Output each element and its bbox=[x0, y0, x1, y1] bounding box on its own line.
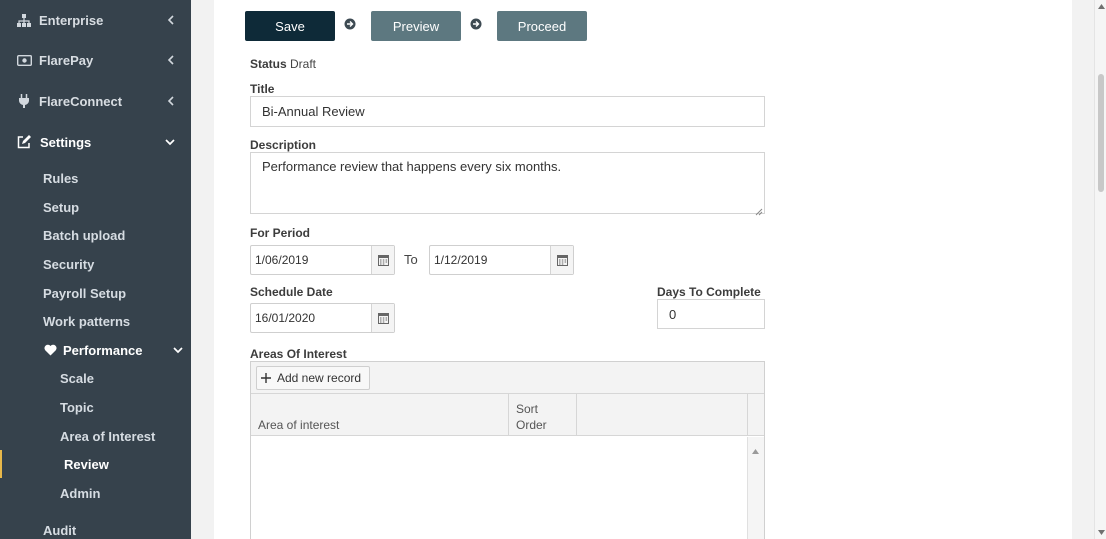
gutter bbox=[191, 0, 214, 539]
sidebar-item-label: FlarePay bbox=[39, 52, 94, 68]
right-gutter bbox=[1072, 0, 1094, 539]
period-to-datepicker[interactable]: 1/12/2019 bbox=[429, 245, 574, 275]
calendar-icon[interactable] bbox=[550, 246, 573, 274]
chevron-left-icon bbox=[164, 95, 176, 107]
sidebar-item-label: Security bbox=[43, 256, 95, 272]
areas-grid: Add new record Area of interest Sort Ord… bbox=[250, 361, 765, 539]
areas-of-interest-label: Areas Of Interest bbox=[250, 347, 347, 361]
sidebar-item-review[interactable]: Review bbox=[0, 450, 191, 478]
sitemap-icon bbox=[16, 12, 32, 28]
plug-icon bbox=[16, 93, 32, 109]
chevron-left-icon bbox=[164, 14, 176, 26]
scroll-up-icon[interactable] bbox=[1097, 2, 1105, 10]
sidebar-item-batch-upload[interactable]: Batch upload bbox=[0, 221, 191, 249]
period-from-datepicker[interactable]: 1/06/2019 bbox=[250, 245, 395, 275]
schedule-label: Schedule Date bbox=[250, 285, 333, 299]
status-value: Draft bbox=[290, 57, 317, 71]
scroll-up-icon[interactable] bbox=[752, 442, 760, 454]
title-label: Title bbox=[250, 82, 275, 96]
sidebar-item-topic[interactable]: Topic bbox=[0, 393, 191, 421]
sidebar-item-flarepay[interactable]: FlarePay bbox=[0, 40, 191, 80]
sidebar-item-label: Rules bbox=[43, 170, 79, 186]
period-to-value: 1/12/2019 bbox=[434, 253, 488, 267]
sidebar-item-label: Scale bbox=[60, 370, 94, 386]
to-label: To bbox=[404, 252, 418, 267]
description-text: Performance review that happens every si… bbox=[262, 159, 562, 174]
days-to-complete-label: Days To Complete bbox=[657, 285, 761, 299]
resize-handle-icon[interactable] bbox=[755, 204, 763, 216]
sidebar-item-label: Area of Interest bbox=[60, 428, 156, 444]
sidebar-item-label: Topic bbox=[60, 399, 94, 415]
grid-body bbox=[251, 437, 764, 539]
chevron-left-icon bbox=[164, 54, 176, 66]
column-header-label: Sort bbox=[516, 402, 539, 416]
calendar-icon[interactable] bbox=[371, 304, 394, 332]
sidebar-item-label: FlareConnect bbox=[39, 93, 123, 109]
proceed-button[interactable]: Proceed bbox=[497, 11, 587, 41]
scroll-down-icon[interactable] bbox=[1097, 528, 1105, 536]
preview-button[interactable]: Preview bbox=[371, 11, 461, 41]
arrow-right-icon bbox=[470, 18, 482, 30]
grid-header: Area of interest Sort Order bbox=[251, 394, 764, 436]
sidebar-item-settings[interactable]: Settings bbox=[0, 122, 191, 162]
grid-toolbar: Add new record bbox=[251, 362, 764, 394]
column-header-actions bbox=[577, 394, 748, 436]
schedule-value: 16/01/2020 bbox=[255, 311, 316, 325]
sidebar-item-label: Admin bbox=[60, 485, 101, 501]
plus-icon bbox=[261, 373, 271, 383]
sidebar-item-audit[interactable]: Audit bbox=[0, 516, 191, 539]
chevron-down-icon bbox=[172, 344, 184, 356]
sidebar-item-enterprise[interactable]: Enterprise bbox=[0, 0, 191, 40]
description-label: Description bbox=[250, 138, 317, 152]
column-header-area[interactable]: Area of interest bbox=[251, 394, 509, 436]
sidebar-item-scale[interactable]: Scale bbox=[0, 364, 191, 392]
add-new-record-button[interactable]: Add new record bbox=[256, 366, 370, 390]
sidebar-item-admin[interactable]: Admin bbox=[0, 479, 191, 507]
schedule-datepicker[interactable]: 16/01/2020 bbox=[250, 303, 395, 333]
sidebar-item-performance[interactable]: Performance bbox=[0, 336, 191, 364]
chevron-down-icon bbox=[164, 136, 176, 148]
days-to-complete-input[interactable]: 0 bbox=[657, 299, 765, 329]
column-header-label: Area of interest bbox=[258, 418, 340, 432]
money-icon bbox=[16, 52, 32, 68]
title-input[interactable]: Bi-Annual Review bbox=[250, 96, 765, 127]
sidebar-item-area-of-interest[interactable]: Area of Interest bbox=[0, 422, 191, 450]
sidebar-item-label: Batch upload bbox=[43, 227, 126, 243]
heart-icon bbox=[43, 343, 57, 357]
sidebar-item-label: Settings bbox=[40, 134, 92, 150]
sidebar-item-label: Review bbox=[64, 456, 109, 472]
description-textarea[interactable]: Performance review that happens every si… bbox=[250, 152, 765, 216]
period-label: For Period bbox=[250, 226, 311, 240]
arrow-right-icon bbox=[344, 18, 356, 30]
sidebar-item-work-patterns[interactable]: Work patterns bbox=[0, 307, 191, 335]
sidebar-item-label: Enterprise bbox=[39, 12, 104, 28]
sidebar-item-security[interactable]: Security bbox=[0, 250, 191, 278]
grid-scrollbar[interactable] bbox=[747, 437, 764, 539]
column-header-label: Order bbox=[516, 418, 547, 432]
scroll-thumb[interactable] bbox=[1098, 74, 1104, 192]
sidebar-item-label: Audit bbox=[43, 522, 77, 538]
sidebar-item-label: Work patterns bbox=[43, 313, 131, 329]
add-new-record-label: Add new record bbox=[277, 371, 362, 385]
column-header-sort-order[interactable]: Sort Order bbox=[509, 394, 577, 436]
sidebar-item-rules[interactable]: Rules bbox=[0, 164, 191, 192]
sidebar-item-label: Performance bbox=[63, 342, 143, 358]
active-indicator bbox=[0, 450, 2, 478]
sidebar-item-payroll-setup[interactable]: Payroll Setup bbox=[0, 279, 191, 307]
sidebar-item-flareconnect[interactable]: FlareConnect bbox=[0, 81, 191, 121]
sidebar-item-setup[interactable]: Setup bbox=[0, 193, 191, 221]
save-button[interactable]: Save bbox=[245, 11, 335, 41]
sidebar: Enterprise FlarePay FlareConnect Setting… bbox=[0, 0, 191, 539]
page-scrollbar[interactable] bbox=[1094, 0, 1106, 539]
period-from-value: 1/06/2019 bbox=[255, 253, 309, 267]
edit-icon bbox=[16, 134, 32, 150]
column-header-scroll-spacer bbox=[748, 394, 764, 436]
sidebar-item-label: Setup bbox=[43, 199, 80, 215]
calendar-icon[interactable] bbox=[371, 246, 394, 274]
sidebar-item-label: Payroll Setup bbox=[43, 285, 127, 301]
status-label: Status bbox=[250, 57, 287, 71]
